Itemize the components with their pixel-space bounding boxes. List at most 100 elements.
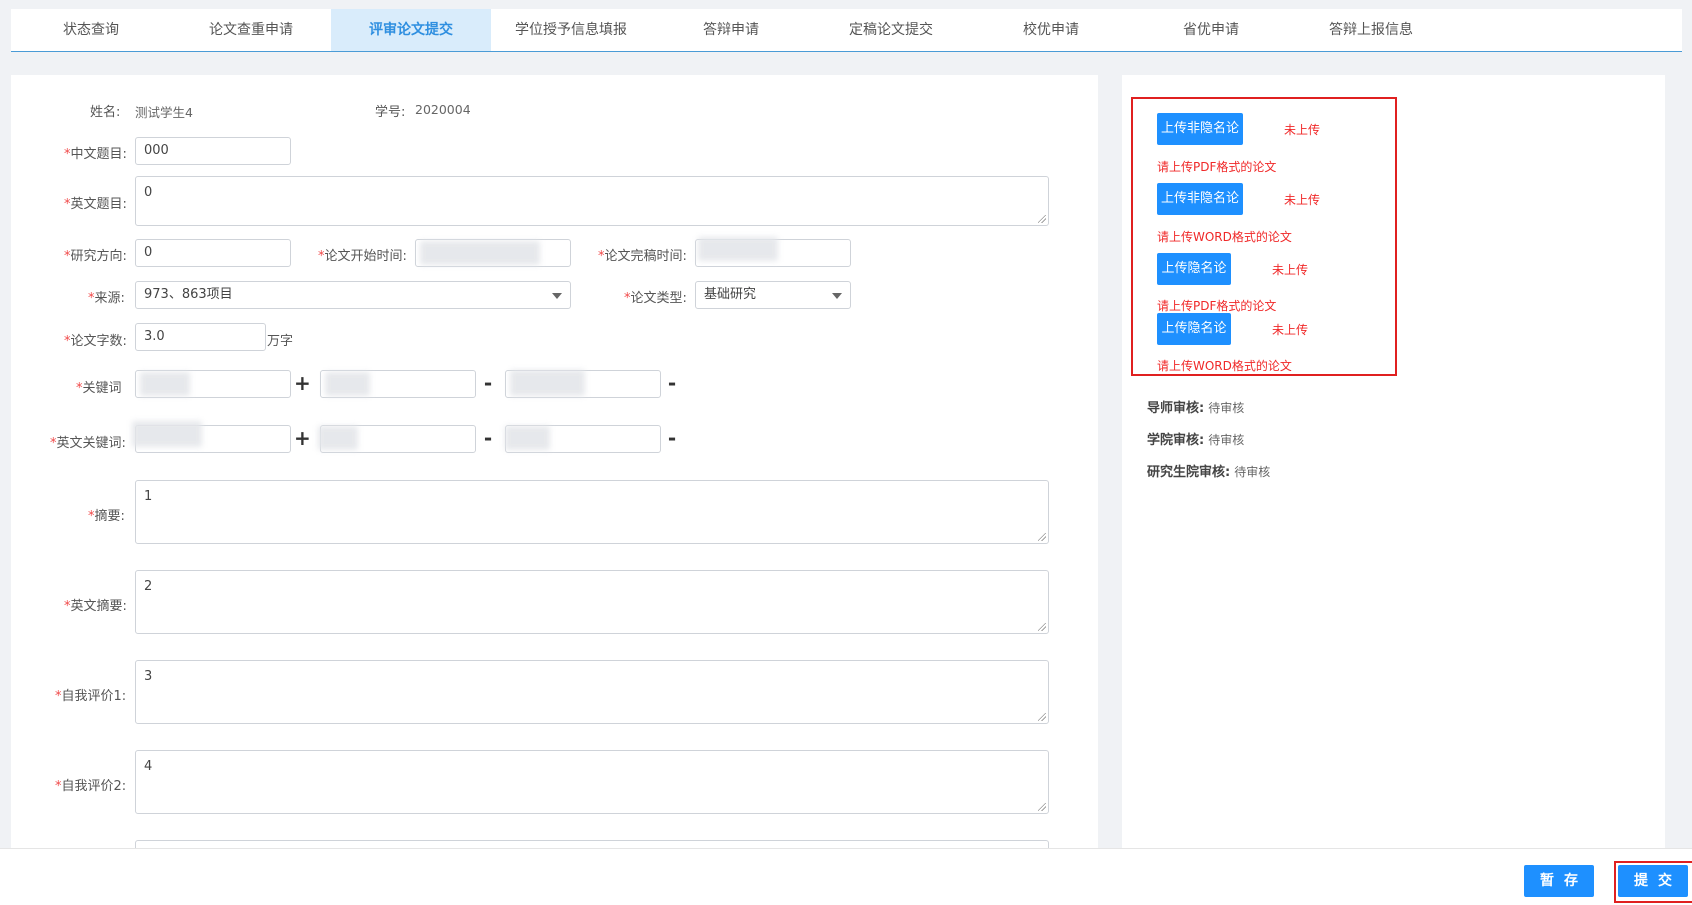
footer-bar [0,848,1692,905]
self-eval2-label: *自我评价2: [55,775,126,794]
direction-label-text: 研究方向: [70,249,127,264]
resize-grip-icon[interactable] [1038,533,1046,541]
chevron-down-icon [552,293,562,299]
student-id-value: 2020004 [415,102,471,117]
abstract-value: 1 [144,489,153,504]
start-time-label-text: 论文开始时间: [324,249,407,264]
cn-title-label: *中文题目: [64,143,127,162]
en-keywords-label-text: 英文关键词: [56,436,126,451]
add-keyword-button[interactable]: + [294,428,311,448]
en-abstract-value: 2 [144,579,153,594]
tab-degree-info[interactable]: 学位授予信息填报 [491,9,651,51]
resize-grip-icon[interactable] [1038,623,1046,631]
keywords-label-text: 关键词 [82,381,122,396]
tab-review-submission[interactable]: 评审论文提交 [331,9,491,51]
save-draft-button[interactable]: 暂存 [1524,865,1594,897]
student-name-label: 姓名: [90,105,121,120]
remove-keyword-button[interactable]: - [480,428,496,448]
source-select-value: 973、863项目 [144,287,233,302]
redacted-value [420,241,540,265]
remove-keyword-button[interactable]: - [664,428,680,448]
tab-bar: 状态查询 论文查重申请 评审论文提交 学位授予信息填报 答辩申请 定稿论文提交 … [11,9,1682,52]
tab-defense-report[interactable]: 答辩上报信息 [1291,9,1451,51]
source-select[interactable]: 973、863项目 [135,281,571,309]
resize-grip-icon[interactable] [1038,713,1046,721]
self-eval1-label-text: 自我评价1: [61,689,127,704]
submit-button[interactable]: 提交 [1618,865,1688,897]
word-count-unit: 万字 [267,334,294,349]
abstract-textarea[interactable]: 1 [135,480,1049,544]
remove-keyword-button[interactable]: - [664,373,680,393]
finish-time-label: *论文完稿时间: [598,245,687,264]
upload-status: 未上传 [1272,323,1309,337]
en-keywords-label: *英文关键词: [50,432,126,451]
upload-status: 未上传 [1284,193,1321,207]
upload-anonymous-word-button[interactable]: 上传隐名论文 [1157,313,1231,368]
cn-title-input[interactable]: 000 [135,137,291,165]
upload-hint: 请上传PDF格式的论文 [1157,299,1277,313]
self-eval1-value: 3 [144,669,153,684]
en-abstract-label: *英文摘要: [64,595,127,614]
review-college: 学院审核: 待审核 [1147,429,1244,448]
self-eval2-textarea[interactable]: 4 [135,750,1049,814]
direction-input[interactable]: 0 [135,239,291,267]
en-title-label-text: 英文题目: [70,197,127,212]
review-status: 待审核 [1234,465,1271,479]
self-eval1-label: *自我评价1: [55,685,126,704]
upload-hint: 请上传WORD格式的论文 [1157,359,1292,373]
source-label-text: 来源: [94,291,125,306]
finish-time-label-text: 论文完稿时间: [604,249,687,264]
abstract-label-text: 摘要: [94,509,125,524]
upload-anonymous-pdf-button[interactable]: 上传隐名论文 [1157,253,1231,308]
type-label-text: 论文类型: [630,291,687,306]
tab-final-submission[interactable]: 定稿论文提交 [811,9,971,51]
type-select[interactable]: 基础研究 [695,281,851,309]
self-eval2-value: 4 [144,759,153,774]
tab-school-excellence[interactable]: 校优申请 [971,9,1131,51]
upload-non-anonymous-pdf-button[interactable]: 上传非隐名论文 [1157,113,1243,168]
remove-keyword-button[interactable]: - [480,373,496,393]
abstract-label: *摘要: [88,505,125,524]
resize-grip-icon[interactable] [1038,215,1046,223]
tab-defense-application[interactable]: 答辩申请 [651,9,811,51]
redacted-value [505,426,550,450]
source-label: *来源: [88,287,125,306]
tab-plagiarism-check[interactable]: 论文查重申请 [171,9,331,51]
upload-hint: 请上传PDF格式的论文 [1157,160,1277,174]
keywords-label: *关键词 [76,377,122,396]
start-time-label: *论文开始时间: [318,245,407,264]
redacted-value [140,372,190,396]
en-title-textarea[interactable]: 0 [135,176,1049,226]
upload-hint: 请上传WORD格式的论文 [1157,230,1292,244]
self-eval2-label-text: 自我评价2: [61,779,127,794]
review-status: 待审核 [1208,401,1245,415]
redacted-value [132,421,202,447]
word-count-input[interactable]: 3.0 [135,323,266,351]
tab-province-excellence[interactable]: 省优申请 [1131,9,1291,51]
review-advisor: 导师审核: 待审核 [1147,397,1244,416]
word-count-label: *论文字数: [64,330,127,349]
redacted-value [698,237,778,261]
review-graduate-school: 研究生院审核: 待审核 [1147,461,1270,480]
review-label: 研究生院审核: [1147,465,1231,480]
review-label: 导师审核: [1147,401,1205,416]
self-eval1-textarea[interactable]: 3 [135,660,1049,724]
student-name-value: 测试学生4 [135,105,193,120]
redacted-value [318,426,358,450]
tab-status-query[interactable]: 状态查询 [11,9,171,51]
redacted-value [325,372,370,396]
chevron-down-icon [832,293,842,299]
redacted-value [510,370,585,396]
resize-grip-icon[interactable] [1038,803,1046,811]
review-label: 学院审核: [1147,433,1205,448]
en-abstract-textarea[interactable]: 2 [135,570,1049,634]
add-keyword-button[interactable]: + [294,373,311,393]
cn-title-label-text: 中文题目: [70,147,127,162]
upload-status: 未上传 [1272,263,1309,277]
direction-label: *研究方向: [64,245,127,264]
review-status: 待审核 [1208,433,1245,447]
upload-non-anonymous-word-button[interactable]: 上传非隐名论文 [1157,183,1243,238]
type-label: *论文类型: [624,287,687,306]
en-title-value: 0 [144,185,153,200]
student-id-label: 学号: [375,105,406,120]
